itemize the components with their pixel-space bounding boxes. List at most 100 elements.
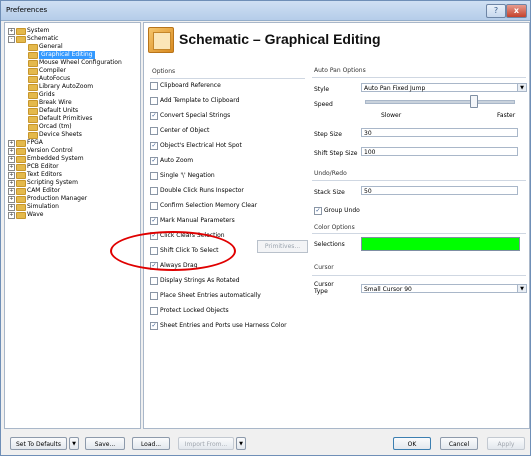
tree-item[interactable]: Graphical Editing xyxy=(5,51,138,59)
shift-step-size-input[interactable]: 100 xyxy=(361,147,518,156)
import-from-button[interactable]: Import From... xyxy=(178,437,234,450)
tree-item[interactable]: + CAM Editor xyxy=(5,187,138,195)
tree-item-label: Version Control xyxy=(27,147,73,154)
option-label: Single '\' Negation xyxy=(160,172,215,179)
help-button[interactable]: ? xyxy=(486,4,506,18)
tree-item[interactable]: Library AutoZoom xyxy=(5,83,138,91)
option-label: Object's Electrical Hot Spot xyxy=(160,142,242,149)
expand-icon[interactable]: + xyxy=(8,212,15,219)
speed-slider-track[interactable] xyxy=(365,100,515,104)
expand-icon[interactable]: + xyxy=(8,188,15,195)
option-check-box[interactable]: ✓ xyxy=(150,322,158,330)
speed-slider-thumb[interactable] xyxy=(470,95,479,108)
option-check-box[interactable] xyxy=(150,277,158,285)
tree-item-label: General xyxy=(39,43,63,50)
tree-item[interactable]: + FPGA xyxy=(5,139,138,147)
step-size-input[interactable]: 30 xyxy=(361,128,518,137)
faster-label: Faster xyxy=(497,112,516,119)
option-check-box[interactable]: ✓ xyxy=(150,142,158,150)
set-to-defaults-dropdown[interactable]: ▼ xyxy=(69,437,79,450)
primitives-button[interactable]: Primitives... xyxy=(257,240,308,253)
option-check-box[interactable]: ✓ xyxy=(150,262,158,270)
tree-item[interactable]: + Embedded System xyxy=(5,155,138,163)
tree-item-label: Default Units xyxy=(39,107,79,114)
ok-button[interactable]: OK xyxy=(393,437,431,450)
set-to-defaults-button[interactable]: Set To Defaults xyxy=(10,437,67,450)
option-check-box[interactable]: ✓ xyxy=(150,157,158,165)
expand-icon[interactable]: + xyxy=(8,204,15,211)
load-button[interactable]: Load... xyxy=(132,437,170,450)
cursor-type-select[interactable]: Small Cursor 90 ▼ xyxy=(361,284,527,293)
category-tree[interactable]: + System - Schematic General Graphical Editin… xyxy=(4,22,141,429)
tree-item[interactable]: Orcad (tm) xyxy=(5,123,138,131)
tree-item[interactable]: Mouse Wheel Configuration xyxy=(5,59,138,67)
expand-icon[interactable]: + xyxy=(8,164,15,171)
close-button[interactable]: x xyxy=(506,4,527,18)
group-undo-check-box[interactable]: ✓ xyxy=(314,207,322,215)
tree-item[interactable]: Compiler xyxy=(5,67,138,75)
option-check-box[interactable] xyxy=(150,292,158,300)
stack-size-label: Stack Size xyxy=(314,189,345,196)
tree-item-label: Grids xyxy=(39,91,55,98)
expand-icon[interactable]: + xyxy=(8,156,15,163)
tree-item[interactable]: + Text Editors xyxy=(5,171,138,179)
collapse-icon[interactable]: - xyxy=(8,36,15,43)
tree-item[interactable]: - Schematic xyxy=(5,35,138,43)
expand-icon[interactable]: + xyxy=(8,140,15,147)
option-check-box[interactable] xyxy=(150,307,158,315)
tree-item-label: Text Editors xyxy=(27,171,62,178)
group-undo-label: Group Undo xyxy=(324,207,360,214)
option-check-box[interactable] xyxy=(150,127,158,135)
cancel-button[interactable]: Cancel xyxy=(440,437,478,450)
option-check-box[interactable] xyxy=(150,97,158,105)
check-icon: ✓ xyxy=(315,207,321,214)
option-check-box[interactable] xyxy=(150,82,158,90)
apply-button[interactable]: Apply xyxy=(487,437,525,450)
save-button[interactable]: Save... xyxy=(85,437,125,450)
expand-icon[interactable]: + xyxy=(8,28,15,35)
tree-item[interactable]: Device Sheets xyxy=(5,131,138,139)
option-check-box[interactable] xyxy=(150,172,158,180)
tree-item-label: FPGA xyxy=(27,139,43,146)
tree-item[interactable]: + System xyxy=(5,27,138,35)
option-check-box[interactable] xyxy=(150,187,158,195)
tree-item[interactable]: AutoFocus xyxy=(5,75,138,83)
tree-item[interactable]: + Scripting System xyxy=(5,179,138,187)
stack-size-input[interactable]: 50 xyxy=(361,186,518,195)
option-check-box[interactable]: ✓ xyxy=(150,112,158,120)
expand-icon[interactable]: + xyxy=(8,180,15,187)
option-check-box[interactable]: ✓ xyxy=(150,217,158,225)
expand-icon[interactable]: + xyxy=(8,172,15,179)
tree-item[interactable]: Grids xyxy=(5,91,138,99)
autopan-divider xyxy=(312,77,526,78)
selections-color-swatch[interactable] xyxy=(361,237,520,251)
folder-icon xyxy=(16,36,26,43)
option-label: Display Strings As Rotated xyxy=(160,277,240,284)
chevron-down-icon: ▼ xyxy=(72,441,76,447)
option-check-box[interactable] xyxy=(150,247,158,255)
tree-item-label: PCB Editor xyxy=(27,163,59,170)
option-check-box[interactable] xyxy=(150,202,158,210)
import-from-dropdown[interactable]: ▼ xyxy=(236,437,246,450)
tree-item[interactable]: + Production Manager xyxy=(5,195,138,203)
option-check-box[interactable]: ✓ xyxy=(150,232,158,240)
tree-item[interactable]: Default Units xyxy=(5,107,138,115)
expand-icon[interactable]: + xyxy=(8,148,15,155)
check-icon: ✓ xyxy=(151,142,157,149)
tree-item[interactable]: + Version Control xyxy=(5,147,138,155)
title-bar[interactable]: Preferences ? x xyxy=(1,1,530,21)
folder-icon xyxy=(16,188,26,195)
tree-item[interactable]: General xyxy=(5,43,138,51)
tree-item[interactable]: Default Primitives xyxy=(5,115,138,123)
tree-item[interactable]: + Wave xyxy=(5,211,138,219)
folder-icon xyxy=(28,124,38,131)
folder-icon xyxy=(16,204,26,211)
expand-icon[interactable]: + xyxy=(8,196,15,203)
tree-item[interactable]: + Simulation xyxy=(5,203,138,211)
option-label: Protect Locked Objects xyxy=(160,307,229,314)
option-label: Mark Manual Parameters xyxy=(160,217,235,224)
style-select[interactable]: Auto Pan Fixed Jump ▼ xyxy=(361,83,527,92)
tree-item[interactable]: + PCB Editor xyxy=(5,163,138,171)
cursor-type-label: Cursor Type xyxy=(314,281,334,295)
tree-item[interactable]: Break Wire xyxy=(5,99,138,107)
